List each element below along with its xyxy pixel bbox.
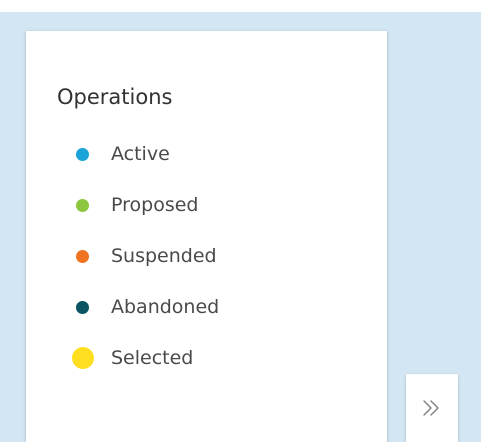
abandoned-dot-icon <box>76 301 89 314</box>
top-strip <box>0 0 481 12</box>
legend-title: Operations <box>57 85 173 109</box>
legend-panel: Operations Active Proposed Suspended Aba… <box>26 31 387 442</box>
legend-label-proposed: Proposed <box>111 194 199 216</box>
proposed-dot-icon <box>76 199 89 212</box>
active-dot-icon <box>76 148 89 161</box>
legend-label-selected: Selected <box>111 347 194 369</box>
collapse-legend-button[interactable] <box>406 374 458 442</box>
suspended-dot-icon <box>76 250 89 263</box>
legend-label-abandoned: Abandoned <box>111 296 220 318</box>
selected-dot-icon <box>72 347 94 369</box>
legend-label-active: Active <box>111 143 170 165</box>
legend-label-suspended: Suspended <box>111 245 217 267</box>
double-chevron-right-icon <box>423 400 439 416</box>
